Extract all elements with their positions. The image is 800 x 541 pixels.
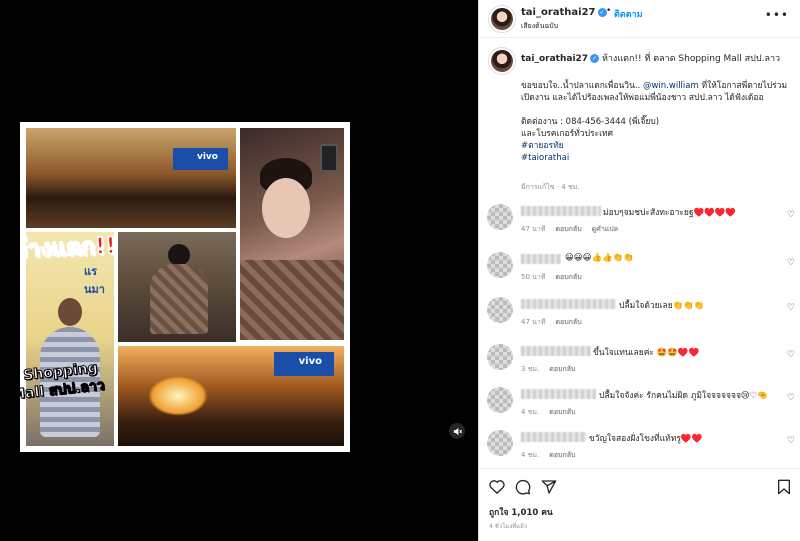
mall-crowd-photo: vivo xyxy=(26,128,236,228)
post-header: tai_orathai27 ✓ • ติดตาม เสียงต้นฉบับ ••• xyxy=(479,0,800,38)
blurred-username xyxy=(521,432,586,442)
avatar[interactable] xyxy=(487,430,513,456)
avatar[interactable] xyxy=(489,6,515,32)
comment-item: ปลื้มใจด้วยเลย👏👏👏 47 นาที ตอบกลับ ♡ xyxy=(479,293,800,337)
reply-button[interactable]: ตอบกลับ xyxy=(549,451,575,459)
comment-meta: 3 ชม. ตอบกลับ xyxy=(521,364,585,375)
heart-icon[interactable] xyxy=(489,479,505,498)
blurred-username xyxy=(521,389,596,399)
comment-time: 4 ชม. xyxy=(521,408,540,416)
comment-meta: 47 นาที ตอบกลับ ดูคำแปล xyxy=(521,224,628,235)
comments-scroll-area[interactable]: tai_orathai27 ✓ ห้างแตก!! ที่ ตลาด Shoppi… xyxy=(479,38,800,468)
comment-item: 😀😀😀👍👍👏👏 50 นาที ตอบกลับ ♡ xyxy=(479,248,800,292)
translate-button[interactable]: ดูคำแปล xyxy=(592,225,618,233)
comment-time: 4 ชม. xyxy=(521,451,540,459)
avatar[interactable] xyxy=(487,204,513,230)
post-timestamp[interactable]: 4 ชั่วโมงที่แล้ว xyxy=(489,521,527,531)
caption-headline: tai_orathai27 ✓ ห้างแตก!! ที่ ตลาด Shoppi… xyxy=(521,51,793,65)
singer-closeup-photo xyxy=(240,128,344,340)
blurred-username xyxy=(521,206,601,216)
mention-link[interactable]: @win.william xyxy=(643,81,699,91)
audio-label[interactable]: เสียงต้นฉบับ xyxy=(521,21,558,32)
header-username[interactable]: tai_orathai27 ✓ xyxy=(521,7,607,18)
comment-time: 47 นาที xyxy=(521,318,546,326)
caption-contact: ติดต่องาน : 084-456-3444 (พี่เจี๊ยบ) xyxy=(521,117,660,127)
comment-time: 50 นาที xyxy=(521,273,546,281)
blurred-username xyxy=(521,299,616,309)
comment-text: ปลื้มใจด้วยเลย👏👏👏 xyxy=(619,301,705,311)
caption-contact2: และโบรคเกอร์ทั่วประเทศ xyxy=(521,129,613,139)
reply-button[interactable]: ตอบกลับ xyxy=(549,365,575,373)
reply-button[interactable]: ตอบกลับ xyxy=(555,318,581,326)
mall-stage-photo: vivo xyxy=(118,346,344,446)
post-side-panel: tai_orathai27 ✓ • ติดตาม เสียงต้นฉบับ •••… xyxy=(478,0,800,541)
avatar[interactable] xyxy=(487,387,513,413)
comment-meta: 4 ชม. ตอบกลับ xyxy=(521,407,585,418)
post-image-collage: vivo แรนมา vivo ห้างแตก!! ที่ Shopping M… xyxy=(20,122,350,452)
blurred-username xyxy=(521,346,591,356)
comment-meta: 4 ชม. ตอบกลับ xyxy=(521,450,585,461)
like-comment-icon[interactable]: ♡ xyxy=(787,210,795,220)
caption-avatar[interactable] xyxy=(489,48,515,74)
avatar[interactable] xyxy=(487,344,513,370)
follow-button[interactable]: ติดตาม xyxy=(614,7,643,21)
comment-text: 😀😀😀👍👍👏👏 xyxy=(565,253,634,263)
comment-item: ม่อบๆจมชปะสังทะอาะยฐ♥️♥️♥️♥️ 47 นาที ตอบก… xyxy=(479,200,800,244)
comment-item: ขึ้นใจแทนเลยค่ะ 🤩🤩♥️♥️ 3 ชม. ตอบกลับ ♡ xyxy=(479,340,800,384)
singer-back-photo xyxy=(118,232,236,342)
blurred-username xyxy=(521,254,561,264)
like-comment-icon[interactable]: ♡ xyxy=(787,350,795,360)
reply-button[interactable]: ตอบกลับ xyxy=(555,225,581,233)
instagram-post-view: vivo แรนมา vivo ห้างแตก!! ที่ Shopping M… xyxy=(0,0,800,541)
caption-body: ขอขอบใจ..น้ำปลาแดกเพื่อนวิน.. @win.willi… xyxy=(521,80,793,164)
comment-text: ปลื้มใจจังค่ะ รักคนไม่ผิด ภูมิใจจจจจจจ😢♡… xyxy=(599,391,768,401)
comment-item: ขวัญใจสองฝั่งโขงที่แท้ทรู♥️♥️ 4 ชม. ตอบกล… xyxy=(479,426,800,468)
avatar[interactable] xyxy=(487,297,513,323)
caption-meta: มีการแก้ไข · 4 ชม. xyxy=(521,183,580,191)
comment-time: 47 นาที xyxy=(521,225,546,233)
share-icon[interactable] xyxy=(541,479,557,499)
avatar[interactable] xyxy=(487,252,513,278)
comment-text: ขวัญใจสองฝั่งโขงที่แท้ทรู♥️♥️ xyxy=(589,434,703,444)
caption-username[interactable]: tai_orathai27 xyxy=(521,54,588,64)
mute-icon[interactable] xyxy=(449,423,465,439)
reply-button[interactable]: ตอบกลับ xyxy=(555,273,581,281)
like-comment-icon[interactable]: ♡ xyxy=(787,436,795,446)
comment-meta: 50 นาที ตอบกลับ xyxy=(521,272,592,283)
comment-text: ขึ้นใจแทนเลยค่ะ 🤩🤩♥️♥️ xyxy=(593,348,700,358)
comment-text: ม่อบๆจมชปะสังทะอาะยฐ♥️♥️♥️♥️ xyxy=(603,208,736,218)
post-actions-bar: ถูกใจ 1,010 คน 4 ชั่วโมงที่แล้ว xyxy=(479,468,800,541)
bookmark-icon[interactable] xyxy=(777,479,791,499)
post-media-pane[interactable]: vivo แรนมา vivo ห้างแตก!! ที่ Shopping M… xyxy=(0,0,478,541)
likes-count[interactable]: ถูกใจ 1,010 คน xyxy=(489,505,553,519)
verified-icon: ✓ xyxy=(590,54,600,63)
comment-icon[interactable] xyxy=(515,479,531,499)
more-options-icon[interactable]: ••• xyxy=(765,8,789,22)
caption-headline-text: ห้างแตก!! ที่ ตลาด Shopping Mall สปป.ลาว xyxy=(601,54,781,64)
username-text[interactable]: tai_orathai27 xyxy=(521,7,596,18)
hashtag-link[interactable]: #taiorathai xyxy=(521,152,793,164)
like-comment-icon[interactable]: ♡ xyxy=(787,303,795,313)
comment-item: ปลื้มใจจังค่ะ รักคนไม่ผิด ภูมิใจจจจจจจ😢♡… xyxy=(479,383,800,427)
like-comment-icon[interactable]: ♡ xyxy=(787,393,795,403)
caption-line: ขอขอบใจ..น้ำปลาแดกเพื่อนวิน.. xyxy=(521,81,643,91)
separator-dot: • xyxy=(606,6,612,16)
comment-meta: 47 นาที ตอบกลับ xyxy=(521,317,592,328)
reply-button[interactable]: ตอบกลับ xyxy=(549,408,575,416)
like-comment-icon[interactable]: ♡ xyxy=(787,258,795,268)
overlay-title: ห้างแตก!! xyxy=(20,232,117,263)
comment-time: 3 ชม. xyxy=(521,365,540,373)
hashtag-link[interactable]: #ตายอรทัย xyxy=(521,140,793,152)
